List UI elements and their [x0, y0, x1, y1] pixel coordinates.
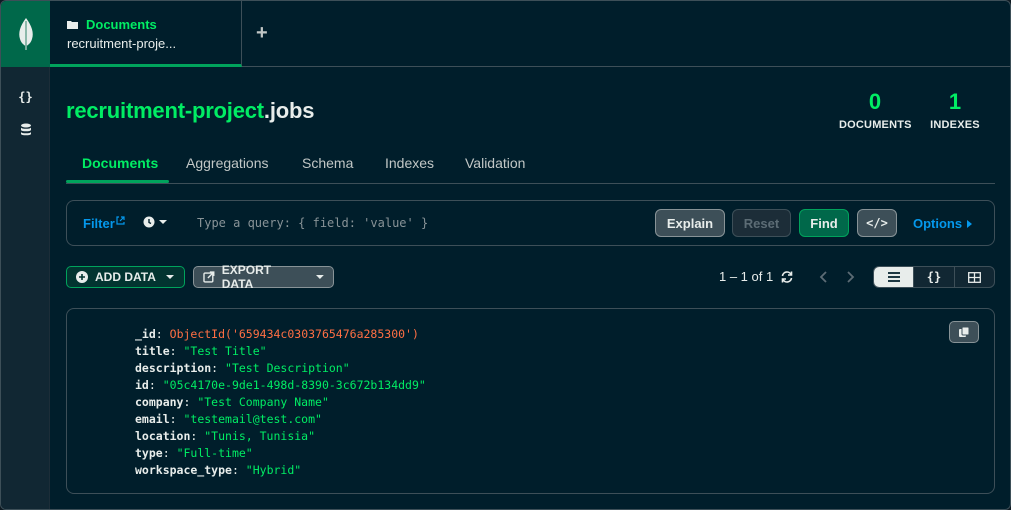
field-key: description: [135, 361, 212, 375]
folder-icon: [67, 21, 78, 29]
clock-icon: [143, 216, 155, 228]
query-history-dropdown[interactable]: [143, 216, 167, 228]
chevron-down-icon: [165, 275, 174, 279]
list-icon: [887, 272, 900, 282]
indexes-count-value: 1: [948, 89, 962, 114]
document-field-row: title: "Test Title": [135, 344, 267, 358]
explain-button[interactable]: Explain: [655, 209, 725, 237]
tab-aggregations[interactable]: Aggregations: [186, 155, 269, 171]
table-icon: [967, 271, 981, 283]
tab-indexes[interactable]: Indexes: [385, 155, 434, 171]
find-button[interactable]: Find: [799, 209, 849, 237]
tab-namespace-label: recruitment-proje...: [67, 36, 177, 51]
documents-count-label: DOCUMENTS: [839, 119, 912, 131]
tab-type-label: Documents: [86, 17, 157, 32]
copy-document-button[interactable]: [949, 321, 979, 343]
export-code-button[interactable]: </>: [857, 209, 897, 237]
document-field-row: location: "Tunis, Tunisia": [135, 429, 316, 443]
caret-right-icon: [967, 219, 973, 228]
field-value[interactable]: "Test Company Name": [197, 395, 329, 409]
field-key: location: [135, 429, 191, 443]
field-value[interactable]: "Tunis, Tunisia": [204, 429, 315, 443]
query-bar: Filter Explain Reset Find </> Options: [66, 200, 995, 246]
json-view-button[interactable]: {}: [914, 267, 955, 287]
view-mode-switcher: {}: [873, 266, 995, 288]
field-key: type: [135, 446, 163, 460]
document-field-row: type: "Full-time": [135, 446, 253, 460]
document-field-row: email: "testemail@test.com": [135, 412, 322, 426]
filter-label: Filter: [83, 216, 115, 231]
tab-validation[interactable]: Validation: [465, 155, 525, 171]
field-key: email: [135, 412, 170, 426]
options-toggle[interactable]: Options: [913, 216, 973, 231]
field-value[interactable]: "Full-time": [177, 446, 253, 460]
refresh-icon[interactable]: [777, 267, 797, 287]
document-field-row: company: "Test Company Name": [135, 395, 329, 409]
tab-schema[interactable]: Schema: [302, 155, 353, 171]
add-data-button[interactable]: ADD DATA: [66, 266, 185, 288]
options-label: Options: [913, 216, 963, 231]
documents-count-stat: 0 DOCUMENTS: [839, 89, 912, 131]
indexes-count-label: INDEXES: [930, 119, 980, 131]
page-title: recruitment-project.jobs: [66, 98, 314, 124]
field-value[interactable]: "Test Description": [225, 361, 350, 375]
database-name[interactable]: recruitment-project: [66, 98, 264, 123]
external-link-icon: [116, 216, 125, 225]
field-key: _id: [135, 327, 156, 341]
document-field-row: id: "05c4170e-9de1-498d-8390-3c672b134dd…: [135, 378, 426, 392]
chevron-down-icon: [316, 275, 324, 279]
new-tab-plus-icon[interactable]: +: [256, 23, 268, 43]
collection-name: .jobs: [263, 98, 315, 123]
list-view-button[interactable]: [874, 267, 915, 287]
active-tab-indicator: [66, 180, 169, 183]
export-icon: [203, 271, 215, 283]
table-view-button[interactable]: [955, 267, 994, 287]
plus-circle-icon: [76, 271, 88, 283]
copy-icon: [959, 326, 970, 337]
add-data-label: ADD DATA: [95, 270, 156, 284]
database-icon[interactable]: [1, 115, 50, 143]
export-data-label: EXPORT DATA: [221, 263, 272, 291]
field-key: company: [135, 395, 184, 409]
query-braces-icon[interactable]: {}: [1, 83, 50, 111]
documents-count-value: 0: [868, 89, 882, 114]
filter-link[interactable]: Filter: [83, 216, 125, 231]
workspace-tab-documents[interactable]: Documents recruitment-proje...: [50, 1, 242, 67]
field-value[interactable]: "Test Title": [183, 344, 266, 358]
leaf-icon: [18, 18, 33, 50]
field-key: id: [135, 378, 149, 392]
field-key: workspace_type: [135, 463, 232, 477]
workspace-tab-bar: Documents recruitment-proje... +: [50, 1, 1010, 67]
query-input[interactable]: [197, 213, 637, 233]
field-value[interactable]: "testemail@test.com": [183, 412, 321, 426]
tab-documents[interactable]: Documents: [82, 155, 158, 171]
mongodb-leaf-logo: [1, 1, 50, 67]
export-data-button[interactable]: EXPORT DATA: [193, 263, 334, 291]
field-key: title: [135, 344, 170, 358]
pagination-text: 1 – 1 of 1: [719, 269, 774, 284]
chevron-down-icon: [159, 220, 167, 224]
document-field-row: workspace_type: "Hybrid": [135, 463, 302, 477]
field-value[interactable]: "05c4170e-9de1-498d-8390-3c672b134dd9": [163, 378, 426, 392]
indexes-count-stat: 1 INDEXES: [929, 89, 981, 131]
left-rail: {}: [1, 1, 50, 509]
compass-window: {} Documents recruitment-proje... + recr…: [0, 0, 1011, 510]
field-value[interactable]: "Hybrid": [246, 463, 301, 477]
document-field-row: description: "Test Description": [135, 361, 350, 375]
reset-button[interactable]: Reset: [732, 209, 791, 237]
next-page-icon[interactable]: [841, 267, 861, 287]
collection-subtabs: Documents Aggregations Schema Indexes Va…: [66, 151, 995, 184]
field-value[interactable]: ObjectId('659434c0303765476a285300'): [170, 327, 419, 341]
document-card: _id: ObjectId('659434c0303765476a285300'…: [66, 308, 995, 494]
document-field-row: _id: ObjectId('659434c0303765476a285300'…: [135, 327, 419, 341]
document-fields: _id: ObjectId('659434c0303765476a285300'…: [135, 326, 426, 479]
previous-page-icon[interactable]: [813, 267, 833, 287]
